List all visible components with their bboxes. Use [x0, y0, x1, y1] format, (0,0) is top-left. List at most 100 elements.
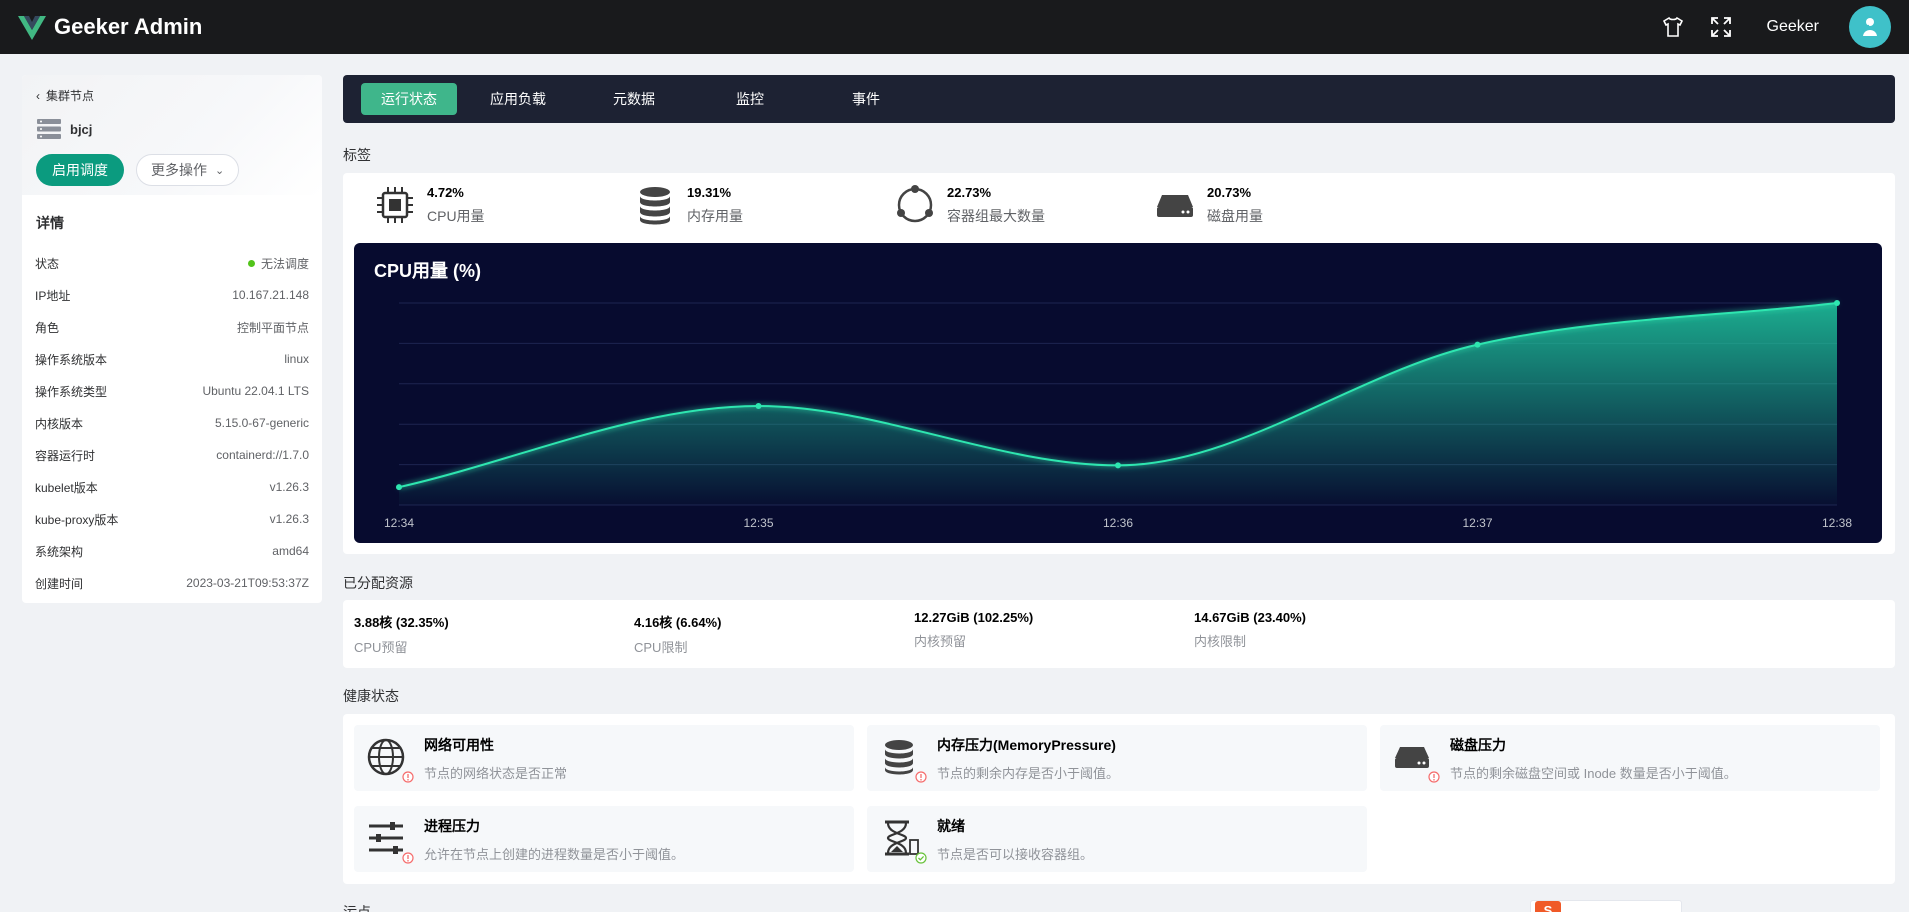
metric-memory: 19.31% 内存用量	[633, 183, 743, 227]
node-name: bjcj	[70, 121, 93, 137]
sliders-icon	[369, 822, 403, 854]
detail-row: 操作系统类型 Ubuntu 22.04.1 LTS	[22, 375, 322, 407]
detail-key: 状态	[35, 256, 60, 271]
chart-point[interactable]	[1834, 300, 1840, 306]
app-title: Geeker Admin	[54, 14, 203, 39]
chart-point[interactable]	[755, 402, 762, 409]
tab-metadata[interactable]: 元数据	[579, 83, 689, 115]
disk-icon	[1157, 195, 1193, 217]
warning-status-icon	[402, 852, 414, 864]
health-title: 网络可用性	[424, 736, 494, 753]
metric-pods: 22.73% 容器组最大数量	[893, 183, 1045, 227]
warning-status-icon	[402, 771, 414, 783]
detail-row: 状态 无法调度	[22, 247, 322, 279]
username[interactable]: Geeker	[1767, 18, 1819, 36]
metric-disk: 20.73% 磁盘用量	[1153, 183, 1263, 227]
alloc-label: CPU限制	[634, 640, 688, 655]
cpu-usage-chart: CPU用量 (%) 12:34 12:35 12:36 12:37 12:38	[354, 243, 1882, 543]
taints-section-title: 污点	[343, 904, 371, 912]
detail-value: 10.167.21.148	[232, 288, 309, 302]
floating-toolbar[interactable]: S	[1530, 900, 1682, 912]
more-actions-button[interactable]: 更多操作 ⌄	[136, 154, 240, 186]
tab-workloads[interactable]: 应用负载	[463, 83, 573, 115]
alloc-label: 内核限制	[1194, 634, 1247, 649]
tab-monitoring[interactable]: 监控	[695, 83, 805, 115]
chart-point[interactable]	[1115, 462, 1121, 469]
theme-shirt-icon[interactable]	[1659, 13, 1687, 41]
avatar-figure-icon	[1863, 18, 1877, 36]
health-section-title: 健康状态	[343, 688, 399, 704]
alloc-item: 12.27GiB (102.25%) 内核预留	[914, 610, 1033, 650]
database-icon	[885, 740, 913, 775]
x-tick-label: 12:38	[1822, 516, 1852, 530]
detail-value: containerd://1.7.0	[216, 448, 309, 462]
detail-value: 5.15.0-67-generic	[214, 416, 309, 430]
x-tick-label: 12:37	[1462, 516, 1492, 530]
detail-row: kubelet版本 v1.26.3	[22, 471, 322, 503]
vue-logo-icon	[18, 16, 46, 40]
detail-row: 操作系统版本 linux	[22, 343, 322, 375]
metric-label: 内存用量	[687, 207, 743, 224]
chevron-left-icon: ‹	[36, 88, 40, 103]
health-title: 内存压力(MemoryPressure)	[937, 736, 1116, 753]
health-desc: 节点的网络状态是否正常	[424, 765, 568, 781]
health-item-ready: 就绪 节点是否可以接收容器组。	[867, 806, 1367, 872]
allocated-card: 3.88核 (32.35%) CPU预留 4.16核 (6.64%) CPU限制 1…	[343, 600, 1895, 668]
tab-events[interactable]: 事件	[811, 83, 921, 115]
chart-area-fill	[399, 303, 1837, 505]
detail-row: 容器运行时 containerd://1.7.0	[22, 439, 322, 471]
chart-point[interactable]	[1474, 341, 1481, 348]
chevron-down-icon: ⌄	[215, 164, 225, 177]
detail-value: 无法调度	[260, 256, 309, 271]
alloc-value: 14.67GiB (23.40%)	[1194, 610, 1307, 625]
node-tabs: 运行状态 应用负载 元数据 监控 事件	[343, 75, 1895, 123]
detail-key: 操作系统类型	[35, 384, 108, 399]
health-desc: 节点是否可以接收容器组。	[937, 846, 1094, 862]
logo[interactable]: Geeker Admin	[18, 14, 202, 40]
detail-value: v1.26.3	[269, 512, 309, 526]
detail-key: 创建时间	[35, 576, 84, 591]
health-item-network: 网络可用性节点的网络状态是否正常	[354, 725, 854, 791]
detail-value: 控制平面节点	[236, 320, 309, 335]
globe-icon	[367, 738, 405, 776]
health-item-process: 进程压力 允许在节点上创建的进程数量是否小于阈值。	[354, 806, 854, 872]
detail-row: IP地址 10.167.21.148	[22, 279, 322, 311]
health-item-memory: 内存压力(MemoryPressure) 节点的剩余内存是否小于阈值。	[867, 725, 1367, 791]
alloc-value: 4.16核 (6.64%)	[634, 615, 722, 630]
health-title: 磁盘压力	[1450, 736, 1506, 753]
s-logo-icon: S	[1535, 901, 1561, 912]
fullscreen-icon[interactable]	[1707, 13, 1735, 41]
detail-value: linux	[284, 352, 309, 366]
warning-status-icon	[1428, 771, 1440, 783]
top-header: Geeker Admin Geeker	[0, 0, 1909, 54]
node-detail-panel: ‹ 集群节点 bjcj 启用调度 更多操作 ⌄ 详情 状态 无法调度 IP地址 10…	[22, 75, 322, 603]
cpu-icon	[377, 187, 413, 223]
detail-value: amd64	[272, 544, 309, 558]
disk-icon	[1395, 747, 1429, 768]
database-icon	[640, 187, 670, 225]
health-desc: 节点的剩余内存是否小于阈值。	[937, 765, 1120, 781]
alloc-item: 14.67GiB (23.40%) 内核限制	[1194, 610, 1306, 650]
details-title: 详情	[36, 215, 64, 231]
back-link[interactable]: ‹ 集群节点	[36, 87, 308, 104]
back-link-label: 集群节点	[46, 89, 95, 103]
detail-key: kubelet版本	[35, 480, 98, 495]
x-tick-label: 12:36	[1103, 516, 1133, 530]
enable-scheduling-button[interactable]: 启用调度	[36, 154, 124, 186]
chart-canvas: 12:34 12:35 12:36 12:37 12:38	[384, 300, 1852, 530]
alloc-item: 3.88核 (32.35%) CPU预留	[354, 612, 449, 656]
alloc-label: CPU预留	[354, 640, 408, 655]
metric-label: CPU用量	[427, 207, 485, 224]
detail-row: 角色 控制平面节点	[22, 311, 322, 343]
labels-section-title: 标签	[343, 147, 371, 163]
detail-key: 角色	[35, 320, 60, 335]
chart-point[interactable]	[396, 484, 402, 491]
allocated-section-title: 已分配资源	[343, 575, 413, 591]
detail-value: v1.26.3	[269, 480, 309, 494]
tab-runtime-status[interactable]: 运行状态	[361, 83, 457, 115]
metric-value: 19.31%	[687, 184, 732, 200]
metric-label: 磁盘用量	[1207, 207, 1263, 224]
detail-key: 系统架构	[35, 544, 84, 559]
avatar[interactable]	[1849, 6, 1891, 48]
hourglass-icon	[885, 820, 919, 856]
